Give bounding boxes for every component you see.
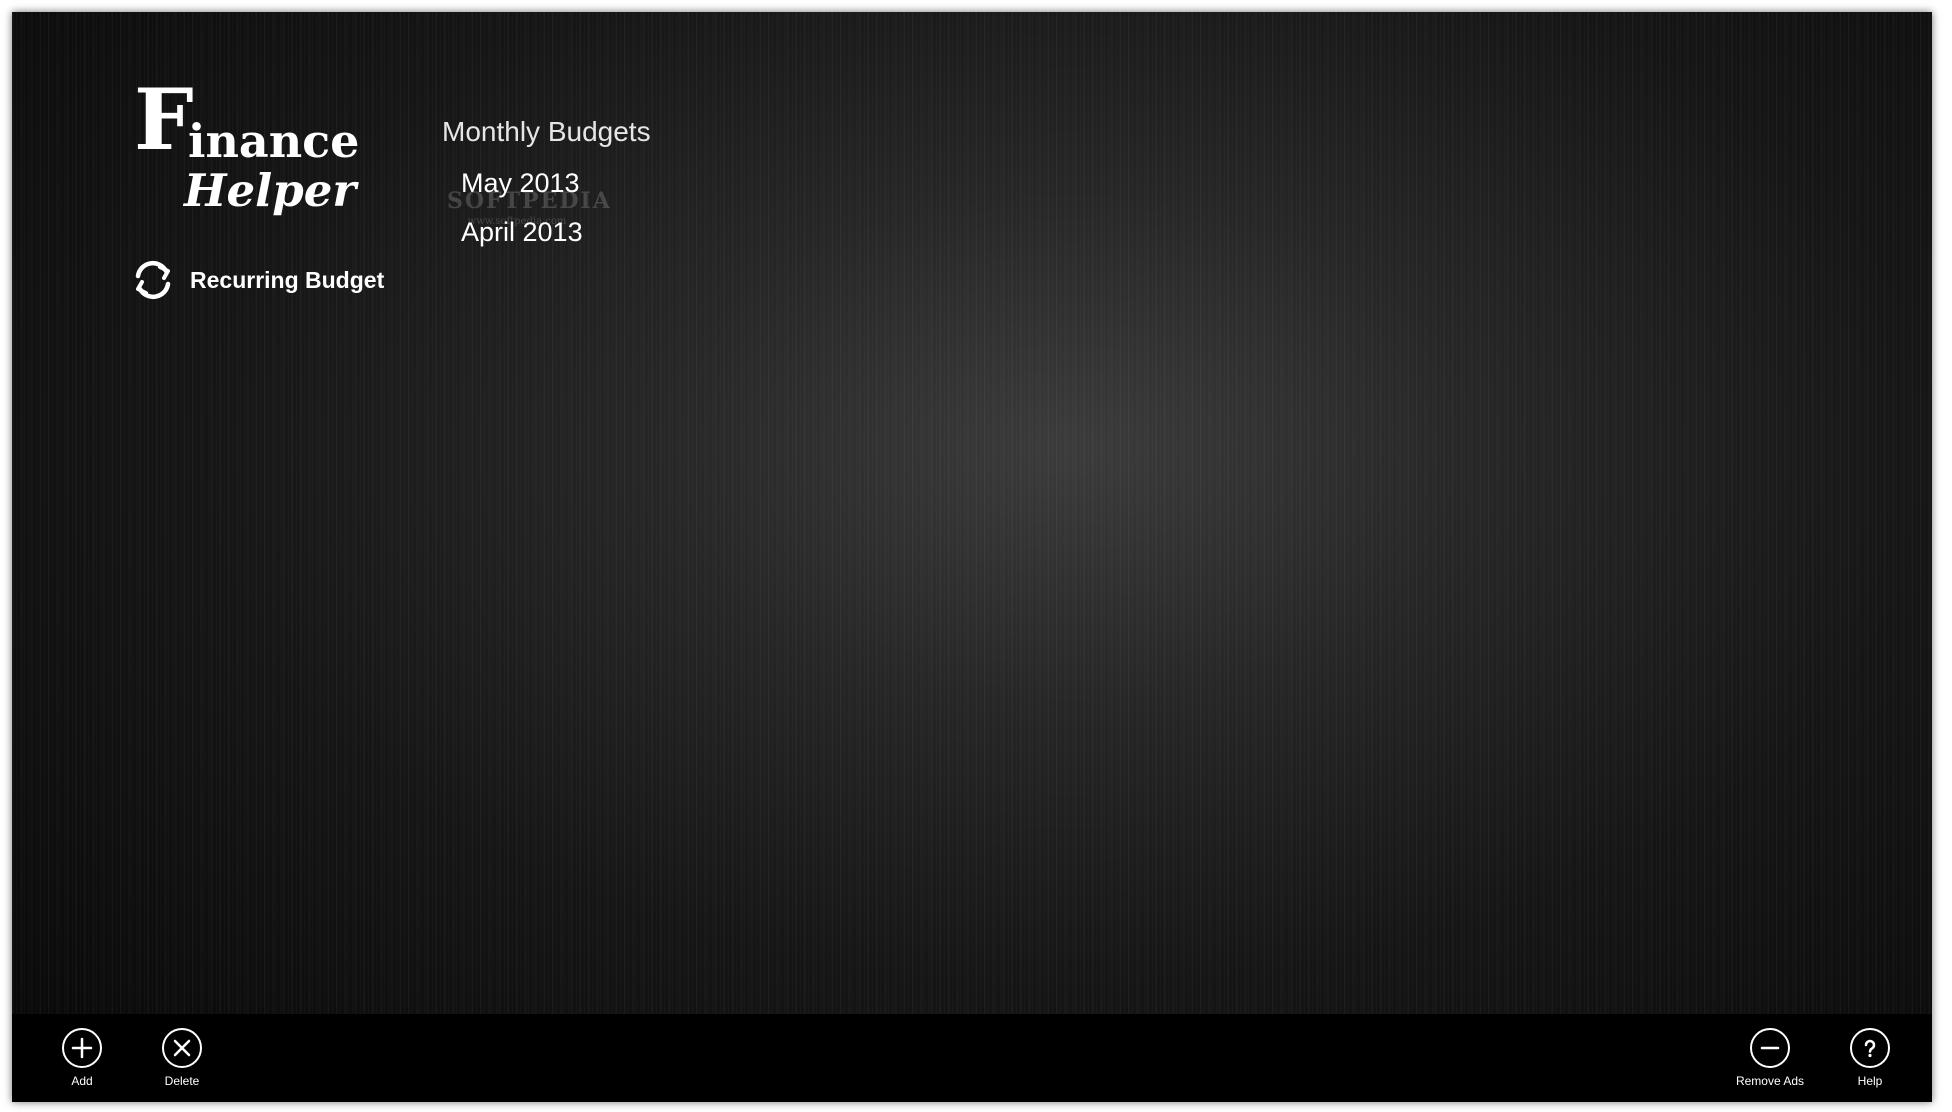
help-label: Help — [1857, 1074, 1883, 1088]
budget-item-april-2013[interactable]: April 2013 — [461, 217, 651, 248]
monthly-budgets-heading: Monthly Budgets — [442, 116, 651, 147]
remove-ads-button[interactable]: Remove Ads — [1720, 1028, 1820, 1088]
remove-ads-label: Remove Ads — [1735, 1074, 1805, 1088]
question-circle-icon — [1850, 1028, 1890, 1068]
help-button[interactable]: Help — [1820, 1028, 1920, 1088]
add-button[interactable]: Add — [32, 1028, 132, 1088]
logo-line-2: Helper — [184, 164, 357, 217]
refresh-icon — [130, 257, 176, 303]
monthly-budgets-section: Monthly Budgets May 2013 April 2013 — [442, 116, 651, 266]
recurring-budget-button[interactable]: Recurring Budget — [130, 256, 384, 304]
bottom-app-bar: Add Delete Remove Ads Help — [12, 1014, 1932, 1102]
plus-circle-icon — [62, 1028, 102, 1068]
x-circle-icon — [162, 1028, 202, 1068]
minus-circle-icon — [1750, 1028, 1790, 1068]
budget-item-may-2013[interactable]: May 2013 — [461, 168, 651, 199]
finance-helper-logo: F inance Helper — [134, 78, 364, 217]
app-window: F inance Helper Recurring Budget Monthly… — [12, 12, 1932, 1102]
logo-line-1: inance — [188, 114, 360, 168]
delete-button[interactable]: Delete — [132, 1028, 232, 1088]
logo-initial: F — [134, 70, 194, 169]
recurring-budget-label: Recurring Budget — [190, 266, 385, 293]
add-label: Add — [71, 1074, 93, 1088]
delete-label: Delete — [164, 1074, 200, 1088]
